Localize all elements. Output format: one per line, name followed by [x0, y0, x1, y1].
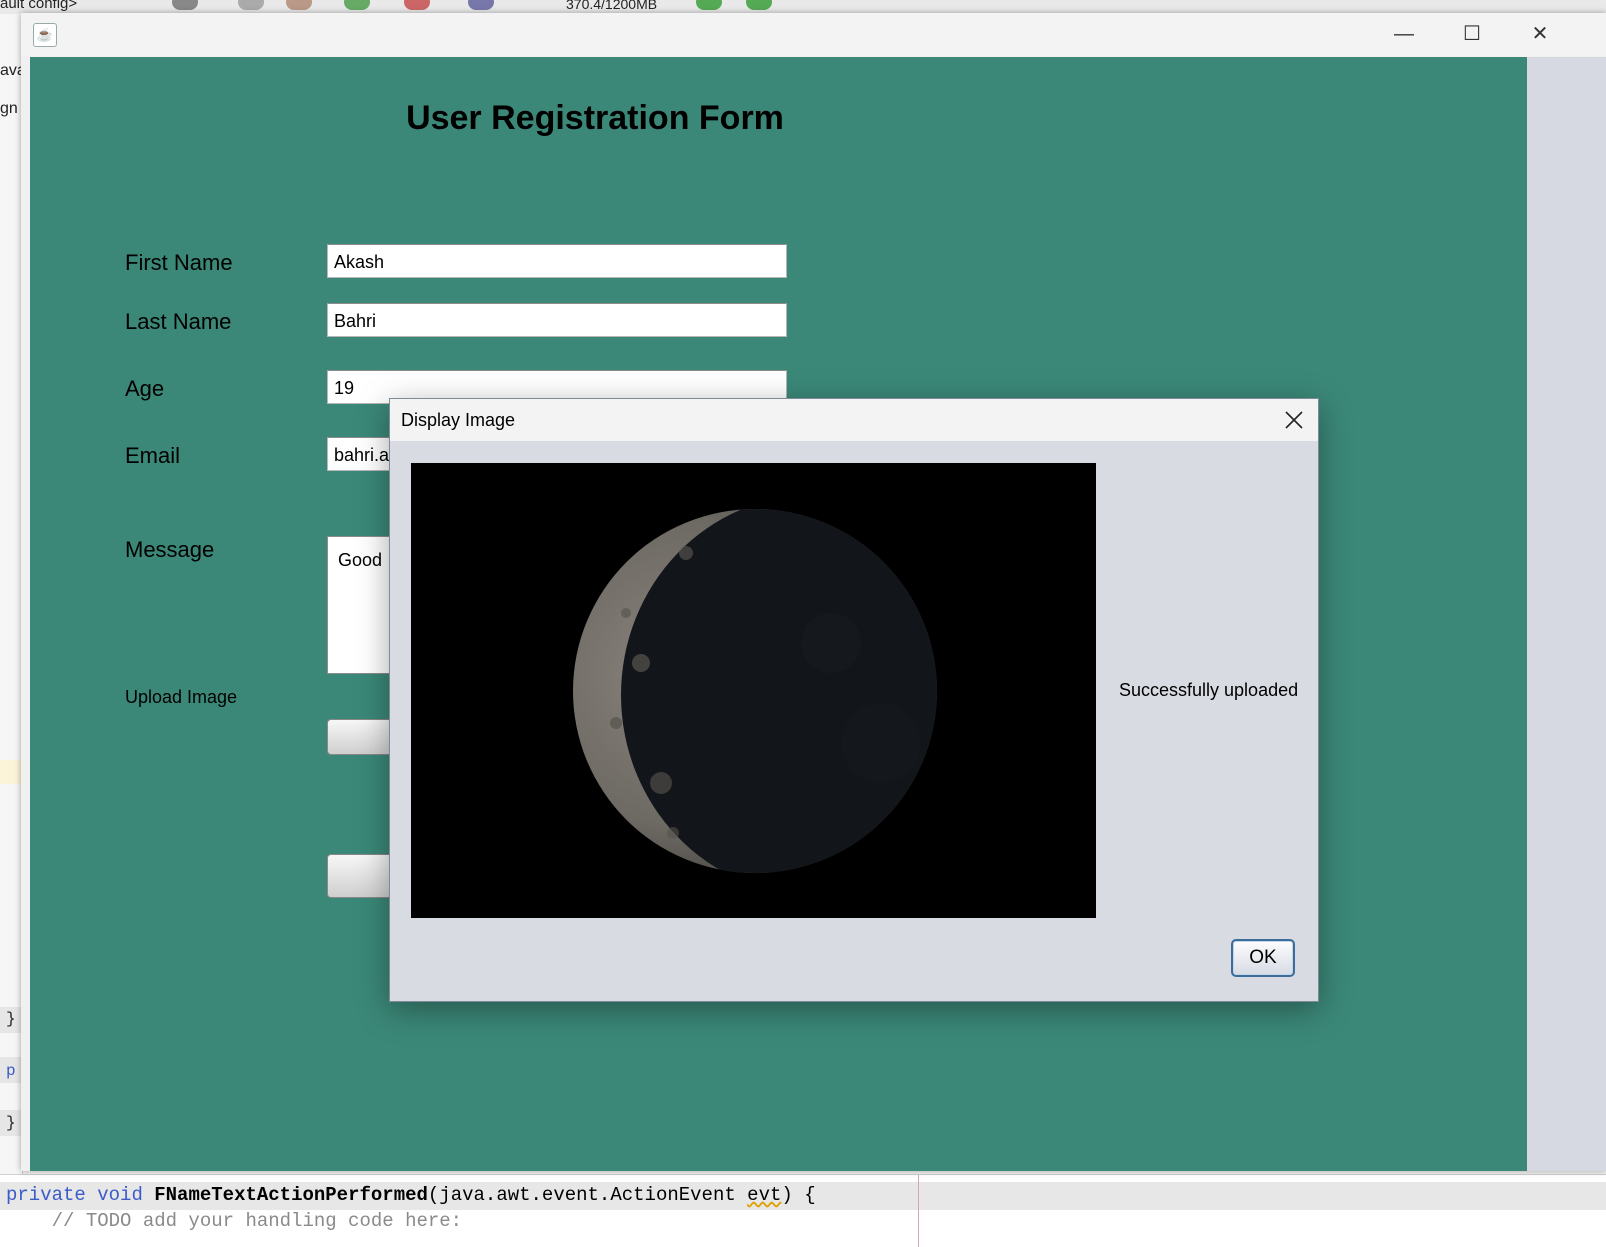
ide-left-panel: ava gn } p } — [0, 14, 23, 1174]
right-margin-line — [918, 1175, 919, 1247]
globe-icon[interactable] — [172, 0, 198, 10]
upload-status-text: Successfully uploaded — [1119, 680, 1299, 700]
code-fragment: } — [6, 1010, 16, 1028]
display-image-dialog: Display Image Successfully uploaded OK — [389, 398, 1319, 1002]
project-tab-fragment[interactable]: ava — [0, 62, 22, 80]
dialog-close-button[interactable] — [1270, 399, 1318, 441]
code-line: private void FNameTextActionPerformed(ja… — [6, 1184, 816, 1206]
message-value: Good — [338, 550, 383, 570]
close-icon — [1285, 411, 1303, 429]
window-titlebar[interactable]: ☕ — ☐ ✕ — [21, 13, 1606, 56]
code-keyword: private — [6, 1184, 86, 1206]
clean-build-icon[interactable] — [286, 0, 312, 10]
age-value: 19 — [334, 378, 355, 398]
dialog-titlebar[interactable]: Display Image — [390, 399, 1318, 441]
plugin-icon[interactable] — [696, 0, 722, 10]
java-icon[interactable]: ☕ — [33, 23, 57, 47]
first-name-label: First Name — [125, 250, 233, 275]
build-icon[interactable] — [238, 0, 264, 10]
last-name-value: Bahri — [334, 311, 377, 331]
code-params: (java.awt.event.ActionEvent — [427, 1184, 748, 1206]
design-tab-fragment[interactable]: gn — [0, 100, 18, 118]
code-fragment: p — [6, 1062, 16, 1080]
first-name-field[interactable]: Akash — [327, 244, 787, 278]
last-name-label: Last Name — [125, 309, 232, 334]
page-title: User Registration Form — [406, 99, 784, 137]
upload-image-label: Upload Image — [125, 687, 238, 707]
code-warning-token: evt — [747, 1184, 782, 1206]
code-params-end: ) { — [781, 1184, 816, 1206]
debug-icon[interactable] — [404, 0, 430, 10]
ide-toolbar: ault config> 370.4/1200MB — [0, 0, 1606, 14]
config-selector[interactable]: ault config> — [0, 0, 77, 12]
profile-icon[interactable] — [468, 0, 494, 10]
moon-image — [411, 463, 1096, 918]
code-keyword: void — [97, 1184, 143, 1206]
first-name-value: Akash — [334, 252, 385, 272]
line-highlight — [0, 760, 22, 784]
close-button[interactable]: ✕ — [1517, 19, 1563, 49]
run-icon[interactable] — [344, 0, 370, 10]
message-label: Message — [125, 537, 215, 562]
window-side-strip — [1527, 57, 1606, 1171]
email-value: bahri.a — [334, 445, 390, 465]
email-label: Email — [125, 443, 181, 468]
code-comment: // TODO add your handling code here: — [6, 1210, 463, 1232]
code-fragment: } — [6, 1114, 16, 1132]
maximize-button[interactable]: ☐ — [1449, 19, 1495, 49]
plugin-icon-2[interactable] — [746, 0, 772, 10]
dialog-title: Display Image — [401, 410, 516, 430]
ok-button[interactable]: OK — [1231, 939, 1295, 977]
memory-indicator[interactable]: 370.4/1200MB — [566, 0, 657, 12]
code-editor[interactable]: private void FNameTextActionPerformed(ja… — [0, 1174, 1606, 1247]
code-method-name: FNameTextActionPerformed — [154, 1184, 428, 1206]
uploaded-image — [411, 463, 1096, 918]
age-label: Age — [125, 376, 165, 401]
minimize-button[interactable]: — — [1381, 19, 1427, 49]
last-name-field[interactable]: Bahri — [327, 303, 787, 337]
